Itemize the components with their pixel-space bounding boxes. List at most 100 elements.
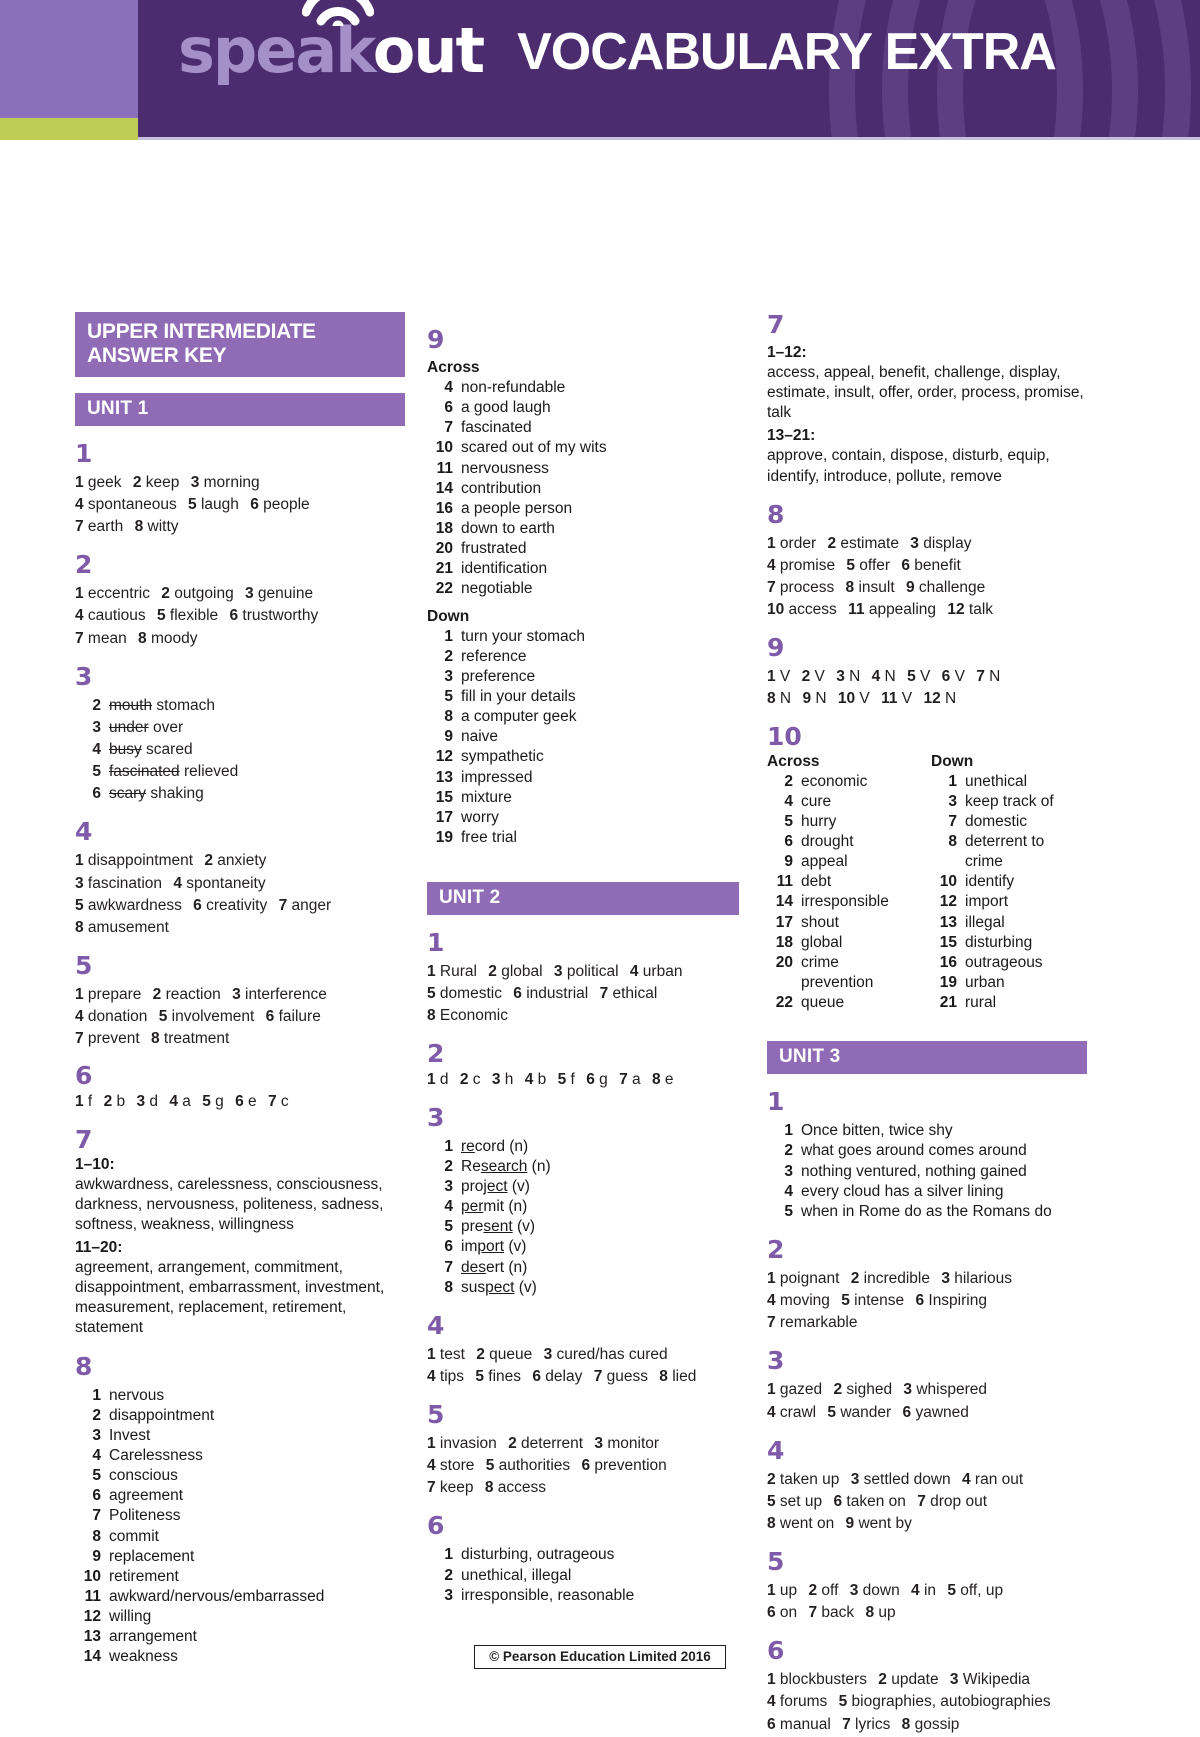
stressed-syllable: ject bbox=[483, 1177, 508, 1195]
stress-answer-row: 4 permit (n) bbox=[427, 1197, 739, 1217]
answer-text: mixture bbox=[461, 788, 512, 806]
answer-number: 5 bbox=[92, 1467, 101, 1485]
answer-text: Politeness bbox=[109, 1507, 181, 1525]
answer-row: 3 Invest bbox=[75, 1426, 405, 1446]
unit-2-heading: UNIT 2 bbox=[427, 882, 739, 916]
answer-text: free trial bbox=[461, 828, 517, 846]
speakout-logo-text: speakout bbox=[178, 0, 485, 82]
answer-line: 8 N 9 N 10 V 11 V 12 N bbox=[767, 690, 957, 708]
banner-underline bbox=[138, 137, 1200, 140]
down-label: Down bbox=[427, 607, 470, 625]
exercise-number: 5 bbox=[427, 1400, 445, 1430]
answer-line: 1 Rural 2 global 3 political 4 urban bbox=[427, 963, 683, 981]
answer-number: 1 bbox=[92, 1386, 101, 1404]
answer-line: 6 on 7 back 8 up bbox=[767, 1604, 896, 1622]
answer-number: 9 bbox=[784, 853, 793, 871]
answer-number: 2 bbox=[444, 1566, 453, 1584]
stress-answer-row: 8 suspect (v) bbox=[427, 1278, 739, 1298]
answer-number: 14 bbox=[775, 893, 793, 911]
answer-number: 10 bbox=[83, 1567, 101, 1585]
answer-text: crime prevention bbox=[801, 953, 874, 991]
exercise-number: 8 bbox=[767, 499, 785, 529]
answer-line: 1 V 2 V 3 N 4 N 5 V 6 V 7 N bbox=[767, 668, 1001, 686]
exercise-number: 2 bbox=[767, 1234, 785, 1264]
answer-number: 5 bbox=[92, 763, 101, 781]
answer-line: 6 manual 7 lyrics 8 gossip bbox=[767, 1715, 960, 1733]
exercise-number: 3 bbox=[75, 661, 93, 691]
answer-row: 8 commit bbox=[75, 1527, 405, 1547]
exercise-number: 10 bbox=[767, 721, 802, 751]
answer-number: 8 bbox=[444, 1278, 453, 1296]
page-banner: speakout VOCABULARY EXTRA bbox=[0, 0, 1200, 140]
answer-line: 1 blockbusters 2 update 3 Wikipedia bbox=[767, 1671, 1031, 1689]
copyright-notice: © Pearson Education Limited 2016 bbox=[474, 1645, 726, 1669]
answer-number: 16 bbox=[435, 499, 453, 517]
answer-row: 1 unethical bbox=[931, 772, 1077, 792]
answer-number: 5 bbox=[444, 687, 453, 705]
answer-text: contribution bbox=[461, 479, 542, 497]
answer-number: 10 bbox=[939, 873, 957, 891]
answer-row: 12 sympathetic bbox=[427, 747, 739, 767]
exercise-number: 3 bbox=[767, 1346, 785, 1376]
exercise-answers: 1 test 2 queue 3 cured/has cured 4 tips 5… bbox=[427, 1345, 739, 1387]
answer-row: 2 what goes around comes around bbox=[767, 1141, 1087, 1161]
answer-line: 7 keep 8 access bbox=[427, 1479, 547, 1497]
word-list: approve, contain, dispose, disturb, equi… bbox=[767, 447, 1050, 485]
answer-row: 1 Once bitten, twice shy bbox=[767, 1121, 1087, 1141]
answer-row: 6 agreement bbox=[75, 1486, 405, 1506]
answer-text: irresponsible, reasonable bbox=[461, 1586, 635, 1604]
exercise-answers: 1 Once bitten, twice shy 2 what goes around… bbox=[767, 1121, 1087, 1222]
answer-line: 3 fascination 4 spontaneity bbox=[75, 874, 266, 892]
answer-number: 6 bbox=[444, 399, 453, 417]
answer-row: 16 a people person bbox=[427, 499, 739, 519]
answer-row: 14 irresponsible bbox=[767, 892, 913, 912]
column-left: UPPER INTERMEDIATE ANSWER KEY UNIT 1 1 1… bbox=[75, 312, 405, 1737]
exercise-answers: 1 Rural 2 global 3 political 4 urban 5 do… bbox=[427, 962, 739, 1026]
exercise-number: 9 bbox=[427, 325, 445, 354]
answer-text: keep track of bbox=[965, 792, 1054, 810]
answer-text: Invest bbox=[109, 1426, 151, 1444]
exercise-number: 2 bbox=[427, 1038, 445, 1068]
correction-row: 3 under over bbox=[75, 718, 405, 738]
answer-line: 7 prevent 8 treatment bbox=[75, 1030, 230, 1048]
answer-text: Research (n) bbox=[461, 1157, 551, 1175]
crossword-down-column: Down 1 unethical 3 keep track of 7 domestic 8 d… bbox=[931, 753, 1077, 1014]
exercise-number: 5 bbox=[767, 1547, 785, 1577]
exercise-number: 1 bbox=[767, 1087, 785, 1117]
answer-line: 1 up 2 off 3 down 4 in 5 off, up bbox=[767, 1582, 1004, 1600]
answer-number: 6 bbox=[92, 1487, 101, 1505]
crossword-across-column: Across 2 economic 4 cure 5 hurry 6 drought 9 appe… bbox=[767, 753, 913, 1014]
answer-text: desert (n) bbox=[461, 1258, 528, 1276]
answer-row: 4 Carelessness bbox=[75, 1446, 405, 1466]
exercise-answers: 1 order 2 estimate 3 display 4 promise 5 … bbox=[767, 534, 1087, 621]
answer-row: 3 keep track of bbox=[931, 792, 1077, 812]
answer-text: urban bbox=[965, 973, 1005, 991]
answer-text: commit bbox=[109, 1527, 159, 1545]
answer-row: 8 deterrent to crime bbox=[931, 832, 1077, 872]
exercise-answers: 1 up 2 off 3 down 4 in 5 off, up 6 on 7 b… bbox=[767, 1581, 1087, 1623]
answer-row: 2 reference bbox=[427, 647, 739, 667]
struck-word: mouth bbox=[109, 696, 153, 714]
struck-word: busy bbox=[109, 741, 142, 758]
answer-text: disturbing, outrageous bbox=[461, 1546, 615, 1564]
answer-row: 12 import bbox=[931, 892, 1077, 912]
answer-row: 2 unethical, illegal bbox=[427, 1566, 739, 1586]
answer-number: 20 bbox=[435, 540, 453, 558]
answer-number: 2 bbox=[444, 647, 453, 665]
answer-line: 4 donation 5 involvement 6 failure bbox=[75, 1008, 321, 1026]
answer-line: 1 gazed 2 sighed 3 whispered bbox=[767, 1381, 987, 1399]
answer-number: 3 bbox=[444, 1177, 453, 1195]
word-list: agreement, arrangement, commitment, disa… bbox=[75, 1258, 385, 1337]
answer-line: 8 Economic bbox=[427, 1007, 508, 1025]
answer-row: 15 disturbing bbox=[931, 933, 1077, 953]
answer-text: a good laugh bbox=[461, 399, 551, 417]
answer-row: 22 queue bbox=[767, 993, 913, 1013]
answer-row: 10 identify bbox=[931, 872, 1077, 892]
answer-text: cure bbox=[801, 792, 832, 810]
answer-number: 5 bbox=[784, 812, 793, 830]
answer-number: 13 bbox=[939, 913, 957, 931]
answer-text: reference bbox=[461, 647, 527, 665]
answer-line: 1 prepare 2 reaction 3 interference bbox=[75, 985, 327, 1003]
answer-text: identify bbox=[965, 873, 1015, 891]
answer-line: 4 cautious 5 flexible 6 trustworthy bbox=[75, 607, 319, 625]
